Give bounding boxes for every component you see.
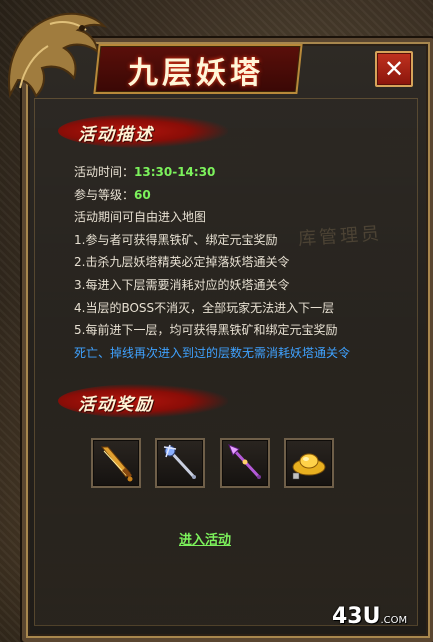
- description-line: 3.每进入下层需要消耗对应的妖塔通关令: [74, 277, 290, 292]
- logo-suffix: .COM: [380, 615, 408, 626]
- silver-staff-icon: [163, 444, 196, 479]
- title-banner: 九层妖塔: [93, 40, 303, 94]
- notice-line: 死亡、掉线再次进入到过的层数无需消耗妖塔通关令: [74, 345, 351, 360]
- activity-time-value: 13:30-14:30: [134, 165, 216, 179]
- rewards-section-title: 活动奖励: [78, 395, 154, 415]
- logo-main: 43U: [332, 604, 381, 629]
- reward-slot[interactable]: [284, 438, 334, 488]
- level-label: 参与等级：: [74, 187, 135, 202]
- activity-time-row: 活动时间：13:30-14:30: [74, 161, 414, 184]
- description-line: 1.参与者可获得黑铁矿、绑定元宝奖励: [74, 232, 278, 247]
- rewards-section-header: 活动奖励: [58, 384, 228, 418]
- description-section-header: 活动描述: [58, 114, 228, 148]
- description-line: 活动期间可自由进入地图: [74, 210, 207, 225]
- description-section-title: 活动描述: [78, 125, 154, 145]
- reward-slot[interactable]: [220, 438, 270, 488]
- site-logo: 43U.COM: [332, 604, 407, 629]
- description-line: 5.每前进下一层，均可获得黑铁矿和绑定元宝奖励: [74, 323, 338, 338]
- gold-ingot-icon: [292, 453, 326, 480]
- activity-time-label: 活动时间：: [74, 165, 135, 179]
- level-row: 参与等级：60: [74, 184, 414, 207]
- reward-slot[interactable]: [155, 438, 205, 488]
- level-value: 60: [134, 187, 151, 202]
- description-line: 2.击杀九层妖塔精英必定掉落妖塔通关令: [74, 255, 290, 270]
- close-button[interactable]: ✕: [375, 51, 413, 87]
- enter-activity-link[interactable]: 进入活动: [160, 529, 250, 548]
- reward-slot[interactable]: [91, 438, 141, 488]
- activity-description: 活动时间：13:30-14:30 参与等级：60 活动期间可自由进入地图 1.参…: [74, 161, 414, 364]
- window-title: 九层妖塔: [128, 56, 264, 91]
- purple-spear-icon: [228, 444, 261, 479]
- golden-sword-icon: [100, 446, 133, 482]
- description-line: 4.当层的BOSS不消灭，全部玩家无法进入下一层: [74, 300, 335, 315]
